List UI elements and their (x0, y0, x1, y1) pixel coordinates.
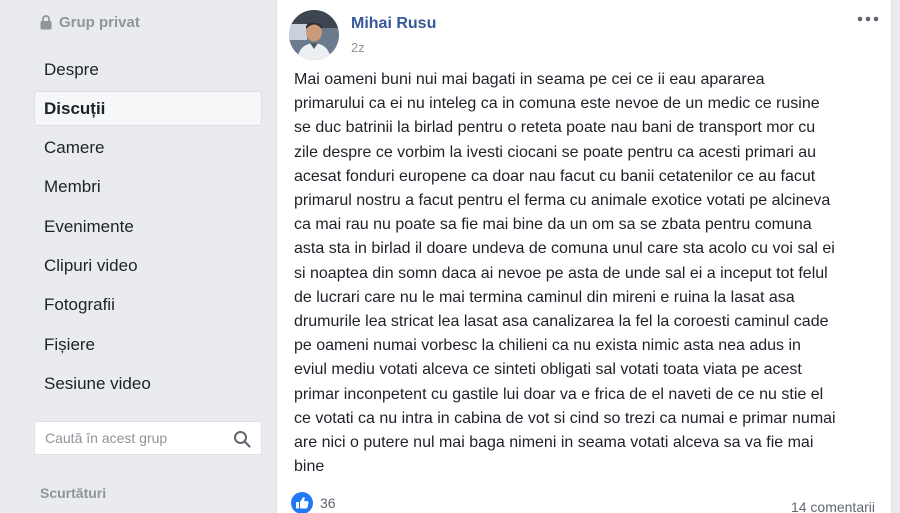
reactions-summary[interactable]: 36 (291, 492, 336, 513)
search-icon[interactable] (233, 430, 251, 448)
group-search-input[interactable] (35, 430, 225, 446)
post-card: Mihai Rusu 2z Mai oameni buni nui mai ba… (276, 0, 892, 513)
group-nav: Despre Discuții Camere Membri Evenimente… (34, 52, 262, 406)
post-timestamp[interactable]: 2z (351, 40, 365, 55)
nav-item-camere[interactable]: Camere (34, 131, 262, 166)
nav-item-clipuri-video[interactable]: Clipuri video (34, 248, 262, 283)
nav-item-fotografii[interactable]: Fotografii (34, 288, 262, 323)
group-sidebar: Grup privat Despre Discuții Camere Membr… (0, 0, 275, 513)
reactions-count: 36 (320, 495, 336, 511)
nav-item-discutii[interactable]: Discuții (34, 91, 262, 127)
post-body: Mai oameni buni nui mai bagati in seama … (294, 71, 836, 476)
group-privacy-label: Grup privat (59, 14, 140, 31)
avatar-image (289, 10, 339, 60)
nav-item-fisiere[interactable]: Fișiere (34, 327, 262, 362)
shortcuts-heading: Scurtături (40, 485, 107, 501)
like-icon (291, 492, 313, 513)
group-privacy: Grup privat (40, 14, 140, 31)
avatar[interactable] (289, 10, 339, 60)
group-search-box (34, 421, 262, 455)
post-author[interactable]: Mihai Rusu (351, 15, 436, 33)
lock-icon (40, 15, 52, 30)
post-options-button[interactable] (855, 10, 881, 28)
nav-item-membri[interactable]: Membri (34, 170, 262, 205)
nav-item-despre[interactable]: Despre (34, 52, 262, 87)
comments-count-link[interactable]: 14 comentarii (791, 499, 875, 513)
more-dots-icon (857, 16, 879, 22)
nav-item-sesiune-video[interactable]: Sesiune video (34, 366, 262, 401)
nav-item-evenimente[interactable]: Evenimente (34, 209, 262, 244)
